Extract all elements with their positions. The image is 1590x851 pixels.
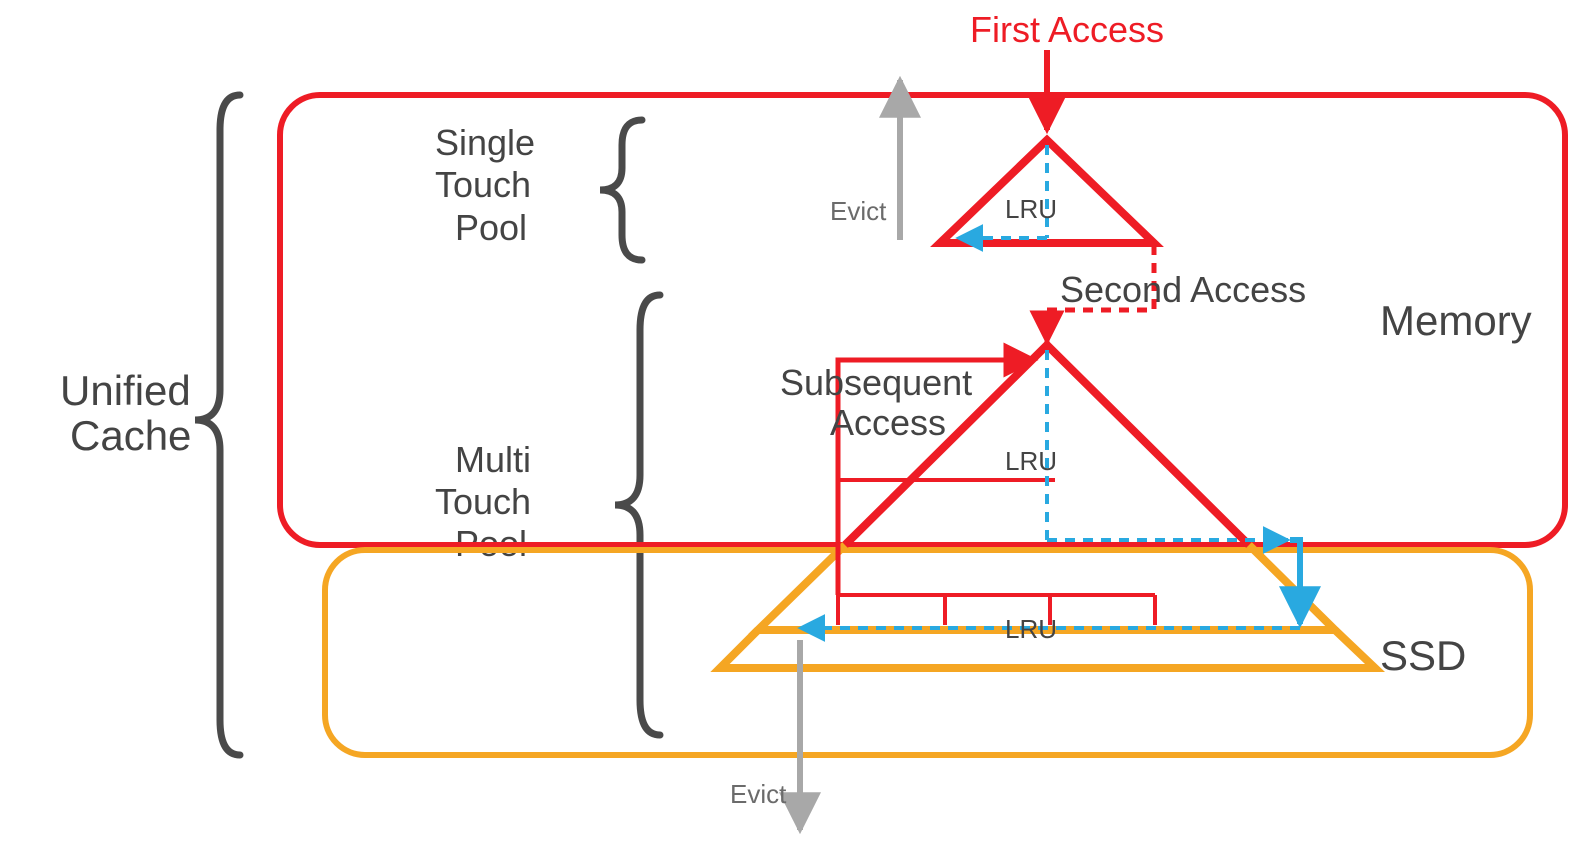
brace-multi-touch [615,295,660,735]
ssd-lru-ticks [838,595,1155,625]
multi-touch-label-2: Touch [435,481,531,522]
multi-touch-triangle-bottom [720,545,1375,668]
single-touch-label-1: Single [435,122,535,163]
unified-cache-label-2: Cache [70,412,191,459]
diagram-root: Unified Cache Single Touch Pool Multi To… [0,0,1590,851]
ssd-box [325,550,1530,755]
brace-unified-cache [195,95,240,755]
subsequent-access-label-1: Subsequent [780,362,972,403]
unified-cache-label-1: Unified [60,367,191,414]
single-touch-label-2: Touch [435,164,531,205]
memory-label: Memory [1380,297,1532,344]
first-access-label: First Access [970,9,1164,50]
lru-top-label: LRU [1005,194,1057,224]
single-touch-label-3: Pool [455,207,527,248]
evict-top-label: Evict [830,196,887,226]
multi-touch-label-1: Multi [455,439,531,480]
ssd-label: SSD [1380,632,1466,679]
second-access-label: Second Access [1060,269,1306,310]
brace-single-touch [600,120,642,260]
evict-bottom-label: Evict [730,779,787,809]
lru-mid-label: LRU [1005,446,1057,476]
subsequent-access-label-2: Access [830,402,946,443]
single-touch-triangle [940,140,1154,243]
